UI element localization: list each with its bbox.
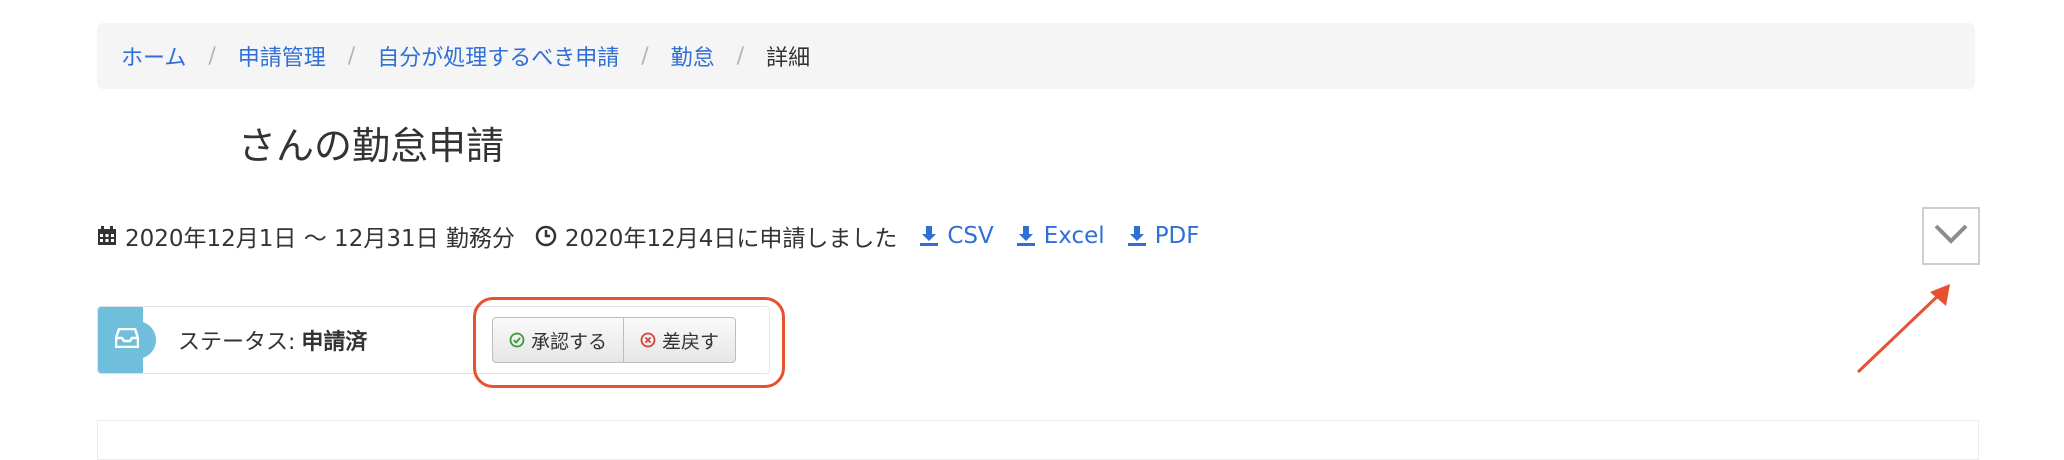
status-icon-box bbox=[98, 307, 156, 373]
calendar-icon bbox=[97, 226, 117, 246]
status-label: ステータス: bbox=[178, 330, 296, 355]
download-icon bbox=[919, 225, 939, 247]
breadcrumb-separator: / bbox=[347, 43, 356, 69]
breadcrumb-separator: / bbox=[736, 43, 745, 69]
application-meta: 2020年12月1日 〜 12月31日 勤務分 2020年12月4日に申請しまし… bbox=[97, 218, 1200, 254]
download-csv-label: CSV bbox=[947, 223, 994, 249]
download-icon bbox=[1127, 225, 1147, 247]
annotation-highlight-box bbox=[473, 297, 785, 388]
download-csv-link[interactable]: CSV bbox=[919, 223, 994, 249]
breadcrumb-detail: 詳細 bbox=[766, 46, 811, 71]
breadcrumb: ホーム / 申請管理 / 自分が処理するべき申請 / 勤怠 / 詳細 bbox=[97, 23, 1975, 89]
download-pdf-link[interactable]: PDF bbox=[1127, 223, 1200, 249]
annotation-arrow bbox=[1850, 280, 1970, 384]
breadcrumb-my-applications[interactable]: 自分が処理するべき申請 bbox=[377, 40, 619, 72]
inbox-icon bbox=[109, 327, 139, 352]
applied-text: 2020年12月4日に申請しました bbox=[564, 226, 898, 252]
download-excel-link[interactable]: Excel bbox=[1016, 223, 1105, 249]
breadcrumb-separator: / bbox=[641, 43, 649, 69]
status-value: 申請済 bbox=[301, 330, 368, 355]
download-pdf-label: PDF bbox=[1154, 223, 1200, 249]
download-icon bbox=[1016, 225, 1036, 247]
clock-icon bbox=[535, 225, 557, 247]
breadcrumb-application-management[interactable]: 申請管理 bbox=[238, 40, 326, 72]
breadcrumb-attendance[interactable]: 勤怠 bbox=[671, 40, 715, 72]
period-text: 2020年12月1日 〜 12月31日 勤務分 bbox=[125, 226, 515, 252]
breadcrumb-home[interactable]: ホーム bbox=[121, 40, 186, 72]
status-text: ステータス: 申請済 bbox=[178, 307, 367, 373]
detail-card bbox=[97, 420, 1979, 460]
page-title: さんの勤怠申請 bbox=[238, 124, 505, 168]
download-excel-label: Excel bbox=[1043, 223, 1105, 249]
chevron-down-icon bbox=[1933, 223, 1969, 249]
collapse-toggle-button[interactable] bbox=[1922, 207, 1980, 265]
breadcrumb-separator: / bbox=[208, 43, 216, 69]
